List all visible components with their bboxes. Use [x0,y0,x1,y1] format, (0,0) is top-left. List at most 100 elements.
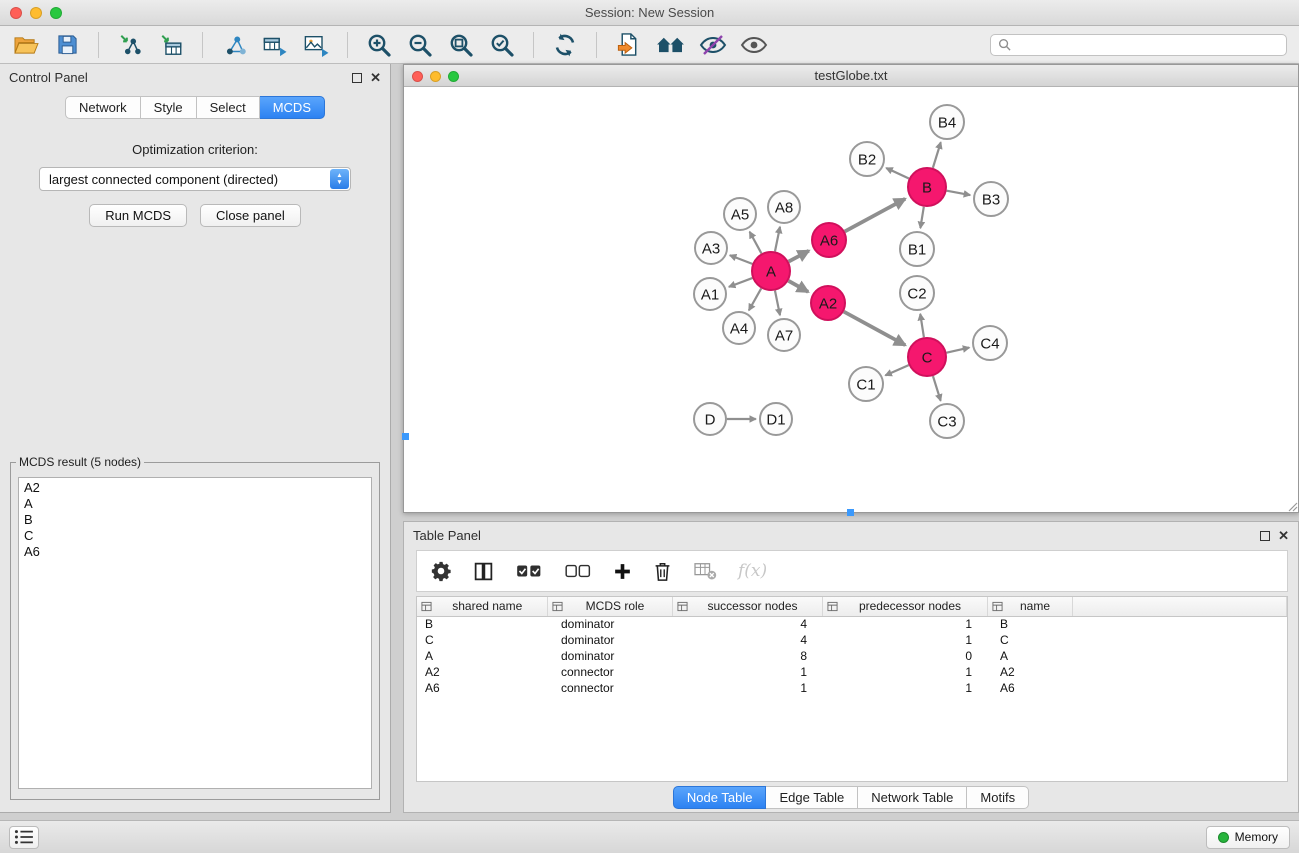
node-A4[interactable]: A4 [723,312,755,344]
mcds-result-list[interactable]: A2ABCA6 [18,477,372,789]
node-C4[interactable]: C4 [973,326,1007,360]
edge-A-A8[interactable] [775,227,780,252]
edge-B-B4[interactable] [933,142,941,168]
import-table-button[interactable] [157,30,185,60]
network-canvas[interactable]: B4B2BB3A5A8A6A3B1AA1C2A2A4A7C4CC1C3DD1 [404,87,1298,513]
edge-B-B2[interactable] [886,168,909,179]
float-table-panel-icon[interactable] [1260,531,1270,541]
hide-graphics-button[interactable] [699,30,727,60]
cell-predecessor-nodes[interactable]: 1 [822,632,987,648]
node-C1[interactable]: C1 [849,367,883,401]
open-session-button[interactable] [614,30,642,60]
network-zoom-button[interactable] [448,71,459,82]
cell-shared-name[interactable]: C [417,632,547,648]
cell-MCDS-role[interactable]: dominator [547,632,672,648]
cell-name[interactable]: C [987,632,1072,648]
show-graphics-button[interactable] [740,30,768,60]
run-mcds-button[interactable]: Run MCDS [89,204,187,227]
cell-MCDS-role[interactable]: dominator [547,648,672,664]
cell-MCDS-role[interactable]: connector [547,664,672,680]
mcds-result-item[interactable]: B [19,512,371,528]
edge-C-C1[interactable] [885,365,908,375]
cell-successor-nodes[interactable]: 1 [672,680,822,696]
control-panel-close-icon[interactable]: ✕ [370,72,381,84]
cell-successor-nodes[interactable]: 1 [672,664,822,680]
node-C2[interactable]: C2 [900,276,934,310]
edge-B-B3[interactable] [947,191,971,195]
table-panel-close-icon[interactable]: ✕ [1278,530,1289,542]
node-A7[interactable]: A7 [768,319,800,351]
export-network-button[interactable] [220,30,248,60]
mcds-result-item[interactable]: A [19,496,371,512]
delete-row-button[interactable] [653,561,672,582]
table-row[interactable]: A6connector11A6 [417,680,1287,696]
cell-predecessor-nodes[interactable]: 0 [822,648,987,664]
edge-C-C4[interactable] [947,348,970,353]
zoom-window-button[interactable] [50,7,62,19]
cell-predecessor-nodes[interactable]: 1 [822,680,987,696]
network-close-button[interactable] [412,71,423,82]
cell-shared-name[interactable]: A2 [417,664,547,680]
cell-shared-name[interactable]: B [417,616,547,632]
save-session-button[interactable] [53,30,81,60]
network-window-titlebar[interactable]: testGlobe.txt [404,65,1298,87]
table-row[interactable]: Bdominator41B [417,616,1287,632]
node-A2[interactable]: A2 [811,286,845,320]
export-table-button[interactable] [261,30,289,60]
edge-C-C2[interactable] [920,314,924,337]
window-resize-handle-bottom[interactable] [847,509,854,516]
refresh-layout-button[interactable] [551,30,579,60]
table-row[interactable]: Adominator80A [417,648,1287,664]
tab-motifs[interactable]: Motifs [967,786,1029,809]
column-header-MCDS-role[interactable]: MCDS role [547,597,672,616]
column-header-successor-nodes[interactable]: successor nodes [672,597,822,616]
node-A3[interactable]: A3 [695,232,727,264]
zoom-fit-button[interactable] [447,30,475,60]
edge-A-A3[interactable] [730,255,752,264]
tab-network[interactable]: Network [65,96,141,119]
tab-network-table[interactable]: Network Table [858,786,967,809]
search-box[interactable] [990,34,1287,56]
cell-successor-nodes[interactable]: 4 [672,616,822,632]
node-C3[interactable]: C3 [930,404,964,438]
edge-A2-C[interactable] [844,312,905,346]
column-header-name[interactable]: name [987,597,1072,616]
node-B[interactable]: B [908,168,946,206]
tab-style[interactable]: Style [141,96,197,119]
cell-name[interactable]: B [987,616,1072,632]
tab-mcds[interactable]: MCDS [260,96,325,119]
node-D[interactable]: D [694,403,726,435]
select-all-button[interactable] [515,561,543,581]
cell-successor-nodes[interactable]: 8 [672,648,822,664]
edge-C-C3[interactable] [933,376,941,401]
close-window-button[interactable] [10,7,22,19]
cell-MCDS-role[interactable]: connector [547,680,672,696]
node-C[interactable]: C [908,338,946,376]
column-header-shared-name[interactable]: shared name [417,597,547,616]
cell-successor-nodes[interactable]: 4 [672,632,822,648]
tab-edge-table[interactable]: Edge Table [766,786,858,809]
search-input[interactable] [1016,38,1279,52]
close-panel-button[interactable]: Close panel [200,204,301,227]
export-image-button[interactable] [302,30,330,60]
column-header-predecessor-nodes[interactable]: predecessor nodes [822,597,987,616]
cell-shared-name[interactable]: A [417,648,547,664]
edge-A-A6[interactable] [789,251,809,262]
cell-name[interactable]: A [987,648,1072,664]
deselect-all-button[interactable] [564,561,592,581]
zoom-in-button[interactable] [365,30,393,60]
table-row[interactable]: A2connector11A2 [417,664,1287,680]
import-network-button[interactable] [116,30,144,60]
edge-A-A7[interactable] [775,291,780,316]
node-D1[interactable]: D1 [760,403,792,435]
tab-select[interactable]: Select [197,96,260,119]
table-row[interactable]: Cdominator41C [417,632,1287,648]
node-B3[interactable]: B3 [974,182,1008,216]
cell-name[interactable]: A6 [987,680,1072,696]
edge-B-B1[interactable] [920,207,923,228]
optimization-criterion-select[interactable]: largest connected component (directed) ▲… [39,167,351,191]
cell-MCDS-role[interactable]: dominator [547,616,672,632]
open-file-button[interactable] [12,30,40,60]
zoom-selected-button[interactable] [488,30,516,60]
first-neighbors-button[interactable] [655,30,686,60]
